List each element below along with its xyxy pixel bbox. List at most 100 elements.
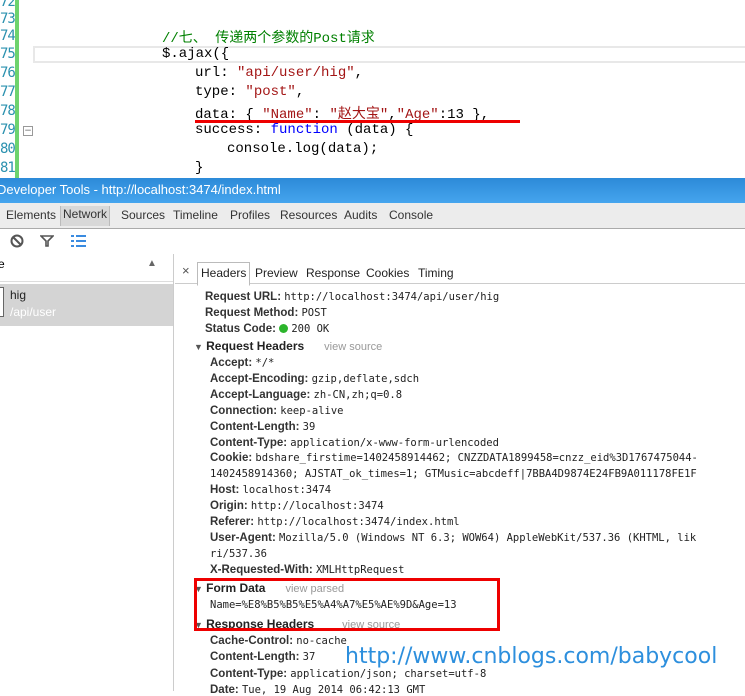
header-name: Connection: xyxy=(210,404,278,417)
current-line-highlight xyxy=(33,46,745,63)
header-name: Content-Length: xyxy=(210,420,300,433)
header-row: Cookie: bdshare_firstime=1402458914462; … xyxy=(210,452,698,464)
devtools-title-bar[interactable]: Developer Tools - http://localhost:3474/… xyxy=(0,178,745,203)
name-column-header[interactable]: e ▲ xyxy=(0,254,173,282)
tab-console[interactable]: Console xyxy=(389,208,433,222)
header-name: Content-Type: xyxy=(210,667,288,680)
header-name: Referer: xyxy=(210,516,255,528)
header-value: application/x-www-form-urlencoded xyxy=(290,436,499,449)
network-toolbar xyxy=(0,229,745,254)
tab-timeline[interactable]: Timeline xyxy=(173,208,218,222)
code-line: url: "api/user/hig", xyxy=(195,65,364,81)
header-value: localhost:3474 xyxy=(242,484,332,497)
column-header-label: e xyxy=(0,257,5,271)
header-value: XMLHttpRequest xyxy=(315,563,405,576)
header-value: Tue, 19 Aug 2014 06:42:13 GMT xyxy=(241,683,426,696)
line-number: 79 xyxy=(0,122,16,138)
tab-audits[interactable]: Audits xyxy=(344,208,377,222)
tab-cookies[interactable]: Cookies xyxy=(366,266,409,280)
tab-response[interactable]: Response xyxy=(306,266,360,280)
header-row: Date: Tue, 19 Aug 2014 06:42:13 GMT xyxy=(210,684,425,696)
header-value: http://localhost:3474 xyxy=(250,500,384,513)
line-number: 75 xyxy=(0,46,16,62)
header-row: Accept: */* xyxy=(210,357,274,369)
sort-ascending-icon[interactable]: ▲ xyxy=(147,256,157,272)
red-box-annotation xyxy=(194,578,500,631)
line-number: 78 xyxy=(0,103,16,119)
header-row: Content-Length: 39 xyxy=(210,421,315,433)
header-row: Cache-Control: no-cache xyxy=(210,635,347,647)
header-value: ri/537.36 xyxy=(210,547,267,560)
line-number-gutter: 72 73 74 75 76 77 78 79 80 81 xyxy=(0,0,16,178)
header-name: Content-Length: xyxy=(210,651,300,664)
request-headers-section[interactable]: ▼ Request Headers view source xyxy=(194,339,382,353)
header-value: 37 xyxy=(302,651,316,664)
code-line: type: "post", xyxy=(195,84,305,100)
tab-network[interactable]: Network xyxy=(60,206,111,226)
header-row: Content-Type: application/x-www-form-url… xyxy=(210,437,499,449)
tab-headers[interactable]: Headers xyxy=(197,262,251,286)
header-name: Date: xyxy=(210,683,239,696)
code-line: console.log(data); xyxy=(227,141,379,157)
header-value: no-cache xyxy=(296,635,347,647)
request-name: hig xyxy=(10,288,27,302)
change-indicator-bar xyxy=(15,0,19,178)
list-view-icon[interactable] xyxy=(71,235,86,247)
general-row: Request URL: http://localhost:3474/api/u… xyxy=(205,291,500,303)
code-line: $.ajax({ xyxy=(162,46,230,62)
expand-triangle-icon: ▼ xyxy=(194,342,203,352)
clear-icon[interactable] xyxy=(10,234,24,248)
tab-resources[interactable]: Resources xyxy=(280,208,337,222)
tab-profiles[interactable]: Profiles xyxy=(230,208,270,222)
header-row: ri/537.36 xyxy=(210,548,267,560)
window-title: Developer Tools - http://localhost:3474/… xyxy=(0,182,281,197)
tab-sources[interactable]: Sources xyxy=(121,208,165,222)
collapse-icon[interactable]: − xyxy=(23,126,33,136)
line-number: 81 xyxy=(0,160,16,176)
header-value: keep-alive xyxy=(280,404,344,417)
request-row-hig[interactable]: hig /api/user xyxy=(0,284,173,326)
close-icon[interactable]: × xyxy=(182,263,190,278)
header-name: Accept-Language: xyxy=(210,388,311,401)
status-ok-icon xyxy=(279,324,289,333)
header-row: Content-Length: 37 xyxy=(210,651,315,663)
code-comment: //七、 传递两个参数的Post请求 xyxy=(162,31,375,47)
header-name: User-Agent: xyxy=(210,531,276,544)
line-number: 73 xyxy=(0,11,16,27)
header-value: */* xyxy=(255,357,275,369)
request-path: /api/user xyxy=(10,305,57,319)
header-row: Accept-Language: zh-CN,zh;q=0.8 xyxy=(210,389,402,401)
tab-elements[interactable]: Elements xyxy=(6,208,56,222)
code-editor[interactable]: 72 73 74 75 76 77 78 79 80 81 − //七、 传递两… xyxy=(0,0,745,178)
header-name: Content-Type: xyxy=(210,436,288,449)
request-list-pane: e ▲ hig /api/user xyxy=(0,254,174,691)
header-name: Origin: xyxy=(210,500,248,513)
header-value: zh-CN,zh;q=0.8 xyxy=(313,388,403,401)
header-name: Cache-Control: xyxy=(210,635,294,647)
line-number: 77 xyxy=(0,84,16,100)
tab-preview[interactable]: Preview xyxy=(255,266,298,280)
header-name: Accept-Encoding: xyxy=(210,372,309,385)
header-row: Host: localhost:3474 xyxy=(210,484,331,496)
file-icon xyxy=(0,287,4,317)
header-value: Mozilla/5.0 (Windows NT 6.3; WOW64) Appl… xyxy=(279,531,697,544)
line-number: 76 xyxy=(0,65,16,81)
header-row: 1402458914360; AJSTAT_ok_times=1; GTMusi… xyxy=(210,468,697,480)
header-row: Referer: http://localhost:3474/index.htm… xyxy=(210,516,460,528)
header-row: Connection: keep-alive xyxy=(210,405,344,417)
header-value: gzip,deflate,sdch xyxy=(311,372,420,385)
header-row: Origin: http://localhost:3474 xyxy=(210,500,384,512)
line-number: 72 xyxy=(0,0,16,10)
tab-timing[interactable]: Timing xyxy=(418,266,454,280)
status-row: Status Code: 200 OK xyxy=(205,323,330,335)
line-number: 74 xyxy=(0,28,16,44)
header-row: User-Agent: Mozilla/5.0 (Windows NT 6.3;… xyxy=(210,532,696,544)
header-value: 39 xyxy=(302,420,316,433)
line-number: 80 xyxy=(0,141,16,157)
details-tab-bar: × Headers Preview Response Cookies Timin… xyxy=(175,254,745,286)
view-source-link[interactable]: view source xyxy=(324,341,382,353)
code-line: } xyxy=(195,160,204,176)
header-row: Content-Type: application/json; charset=… xyxy=(210,668,486,680)
header-name: X-Requested-With: xyxy=(210,563,313,576)
filter-icon[interactable] xyxy=(40,234,54,248)
